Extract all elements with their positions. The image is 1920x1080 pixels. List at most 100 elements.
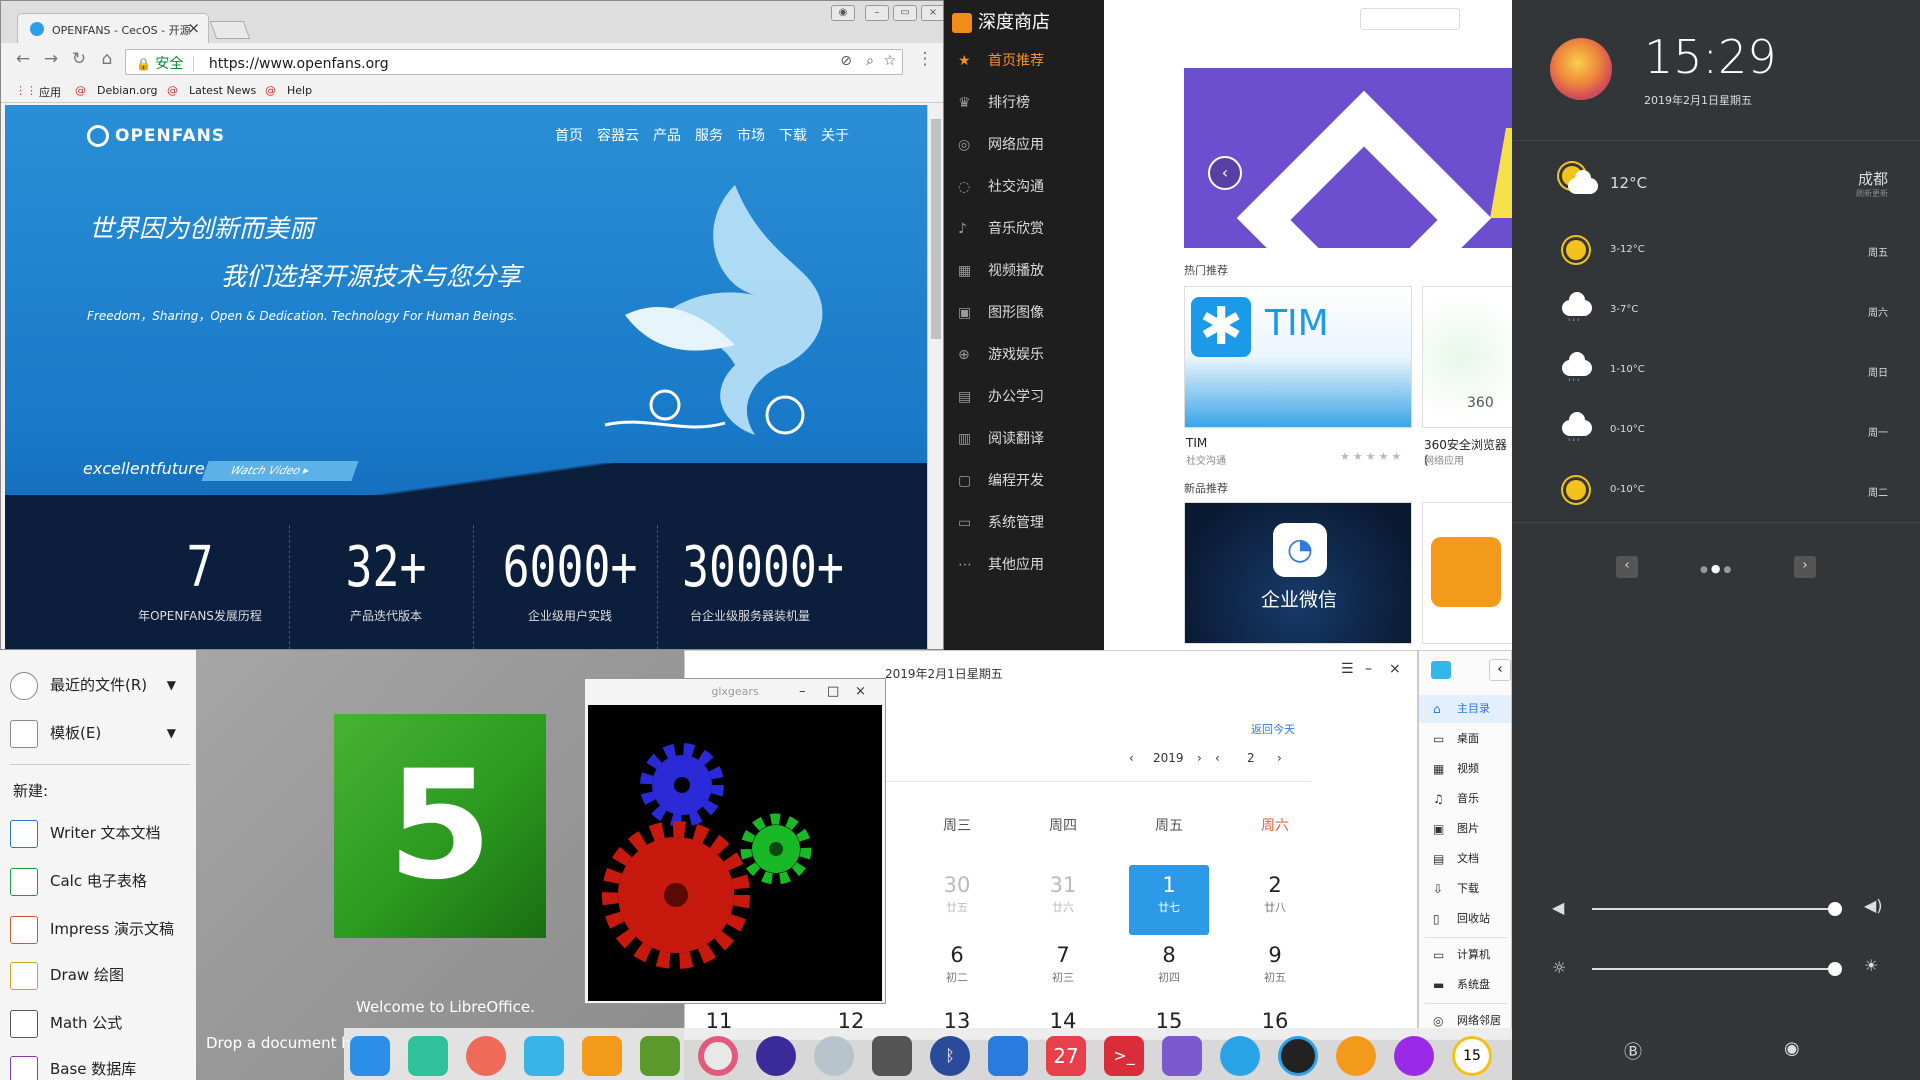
blocked-icon[interactable]: ⊘ [840,53,852,69]
store-menu-social[interactable]: ◌ 社交沟通 [958,170,1098,204]
new-base-button[interactable]: Base 数据库 [10,1052,136,1080]
close-button[interactable]: × [1389,661,1401,677]
app-card-tim[interactable]: ✱ TIM [1184,286,1412,428]
fm-downloads[interactable]: ⇩ 下载 [1419,875,1511,903]
next-month-icon[interactable]: › [1277,751,1282,765]
clock-dock-icon[interactable]: 15 [1452,1036,1492,1076]
music-dock-icon[interactable] [640,1036,680,1076]
wifi-icon[interactable]: ◉ [1784,1038,1800,1059]
bookmark-latest-news[interactable]: Latest News [189,84,256,97]
bluetooth-icon[interactable]: Ⓑ [1624,1038,1642,1064]
record-dock-icon[interactable] [1278,1036,1318,1076]
app-card-360[interactable]: 360 [1422,286,1512,428]
site-nav-market[interactable]: 市场 [737,125,765,145]
menu-icon[interactable]: ☰ [1341,661,1354,677]
calendar-day-selected[interactable]: 1 廿七 [1129,865,1209,935]
browser-dock-icon[interactable] [814,1036,854,1076]
store-menu-reading[interactable]: ▥ 阅读翻译 [958,422,1098,456]
store-search-input[interactable] [1360,8,1460,30]
bookmark-apps[interactable]: 应用 [39,84,61,100]
window-dock-icon[interactable] [872,1036,912,1076]
power-dock-icon[interactable] [1394,1036,1434,1076]
bookmark-debian[interactable]: Debian.org [97,84,158,97]
recent-files-button[interactable]: 最近的文件(R) ▼ [10,668,190,702]
site-nav-home[interactable]: 首页 [555,125,583,145]
calendar-day[interactable]: 31 廿六 [1023,865,1103,935]
multitask-icon[interactable] [408,1036,448,1076]
slider-knob[interactable] [1828,962,1842,976]
volume-slider[interactable] [1592,902,1842,916]
store-menu-video[interactable]: ▦ 视频播放 [958,254,1098,288]
home-icon[interactable]: ⌂ [97,49,117,69]
calendar-day[interactable]: 8 初四 [1129,935,1209,1005]
back-icon[interactable]: ← [13,49,33,69]
store-menu-ranking[interactable]: ♛ 排行榜 [958,86,1098,120]
app-card-orange[interactable] [1422,502,1512,644]
store-menu-games[interactable]: ⊕ 游戏娱乐 [958,338,1098,372]
brightness-high-icon[interactable]: ☀ [1864,956,1878,975]
bluetooth-dock-icon[interactable]: ᛒ [930,1036,970,1076]
new-calc-button[interactable]: Calc 电子表格 [10,864,147,898]
close-button[interactable]: × [921,5,943,21]
back-to-today-link[interactable]: 返回今天 [1251,721,1295,737]
slider-knob[interactable] [1828,902,1842,916]
zoom-icon[interactable]: ⌕ [866,53,874,69]
store-menu-graphics[interactable]: ▣ 图形图像 [958,296,1098,330]
avatar[interactable] [1550,38,1612,100]
banner-prev-icon[interactable]: ‹ [1208,156,1242,190]
site-nav-about[interactable]: 关于 [821,125,849,145]
calendar-day[interactable]: 2 廿八 [1235,865,1315,935]
settings-dock-icon[interactable] [698,1036,738,1076]
prev-year-icon[interactable]: ‹ [1129,751,1134,765]
close-button[interactable]: × [855,679,866,705]
scrollbar-thumb[interactable] [931,119,941,339]
maximize-button[interactable]: ▭ [893,5,917,21]
store-menu-network[interactable]: ◎ 网络应用 [958,128,1098,162]
calendar-day[interactable]: 9 初五 [1235,935,1315,1005]
openfans-logo[interactable]: OPENFANS [87,125,225,147]
tools-dock-icon[interactable] [1162,1036,1202,1076]
site-nav-container[interactable]: 容器云 [597,125,639,145]
minimize-button[interactable]: – [799,679,806,705]
fm-system-disk[interactable]: ▬ 系统盘 [1419,971,1511,999]
store-menu-home[interactable]: ★ 首页推荐 [958,44,1098,78]
next-year-icon[interactable]: › [1197,751,1202,765]
fm-pictures[interactable]: ▣ 图片 [1419,815,1511,843]
next-page-button[interactable]: › [1794,556,1816,578]
maximize-button[interactable]: □ [827,679,839,705]
volume-high-icon[interactable]: ◀) [1864,896,1883,915]
calendar-dock-icon[interactable]: 27 [1046,1036,1086,1076]
star-icon[interactable]: ☆ [883,53,896,69]
workspace-dock-icon[interactable] [988,1036,1028,1076]
calendar-day[interactable]: 30 廿五 [917,865,997,935]
prev-month-icon[interactable]: ‹ [1215,751,1220,765]
store-menu-other[interactable]: ⋯ 其他应用 [958,548,1098,582]
site-nav-download[interactable]: 下载 [779,125,807,145]
forward-icon[interactable]: → [41,49,61,69]
bookmark-help[interactable]: Help [287,84,312,97]
volume-low-icon[interactable]: ◀ [1552,898,1564,917]
apps-grid-icon[interactable]: ⋮⋮ [15,84,37,97]
page-scrollbar[interactable] [927,105,943,649]
wifi-dock-icon[interactable] [1220,1036,1260,1076]
file-manager-dock-icon[interactable] [524,1036,564,1076]
site-nav-products[interactable]: 产品 [653,125,681,145]
store-menu-system[interactable]: ▭ 系统管理 [958,506,1098,540]
menu-icon[interactable]: ⋮ [915,49,935,69]
launcher-icon[interactable] [350,1036,390,1076]
new-impress-button[interactable]: Impress 演示文稿 [10,912,174,946]
user-icon[interactable]: ◉ [831,5,855,21]
close-tab-icon[interactable]: × [187,19,200,37]
fm-trash[interactable]: ▯ 回收站 [1419,905,1511,933]
calendar-day[interactable]: 7 初三 [1023,935,1103,1005]
store-dock-icon[interactable] [582,1036,622,1076]
brightness-low-icon[interactable]: ☼ [1552,958,1566,977]
reload-icon[interactable]: ↻ [69,49,89,69]
system-monitor-dock-icon[interactable] [756,1036,796,1076]
new-writer-button[interactable]: Writer 文本文档 [10,816,161,850]
site-nav-services[interactable]: 服务 [695,125,723,145]
new-draw-button[interactable]: Draw 绘图 [10,958,124,992]
new-math-button[interactable]: Math 公式 [10,1006,122,1040]
browser-tab[interactable]: OPENFANS - CecOS - 开源 × [17,13,209,43]
prev-page-button[interactable]: ‹ [1616,556,1638,578]
